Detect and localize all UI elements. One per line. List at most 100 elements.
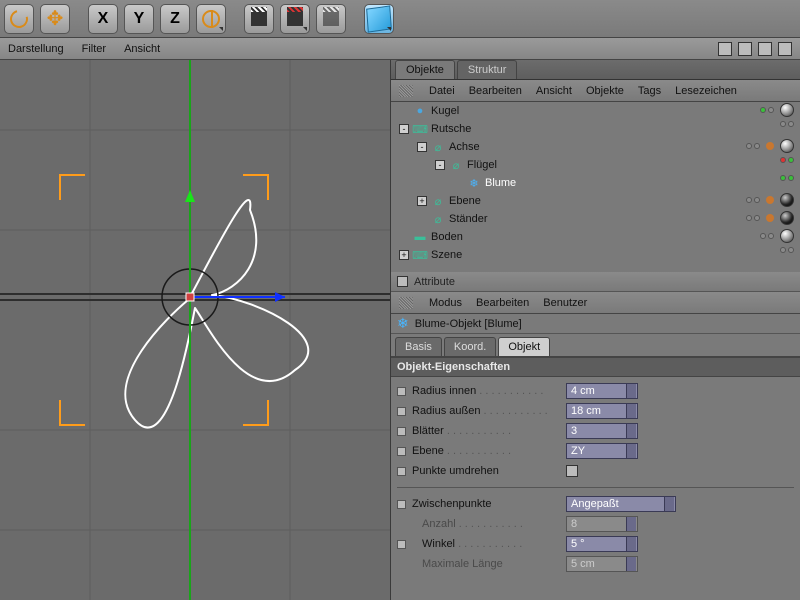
visibility-dot[interactable] <box>754 215 760 221</box>
menu-ansicht-viewport[interactable]: Ansicht <box>124 43 160 55</box>
tree-item-label: Blume <box>485 177 516 189</box>
prop-punkte-umdrehen: Punkte umdrehen <box>397 461 794 481</box>
tag-icon[interactable] <box>766 214 774 222</box>
visibility-dot[interactable] <box>788 175 794 181</box>
menu-darstellung[interactable]: Darstellung <box>8 43 64 55</box>
tree-row-flügel[interactable]: -⌀Flügel <box>391 156 800 174</box>
anim-dot-icon[interactable] <box>397 387 406 396</box>
menu-objekte[interactable]: Objekte <box>586 85 624 97</box>
tree-row-blume[interactable]: ❄ Blume <box>391 174 800 192</box>
anim-dot-icon[interactable] <box>397 540 406 549</box>
zwischenpunkte-field[interactable]: Angepaßt <box>566 496 676 512</box>
viewport[interactable] <box>0 60 390 600</box>
tab-objekt[interactable]: Objekt <box>498 337 550 356</box>
menu-bearbeiten-attr[interactable]: Bearbeiten <box>476 297 529 309</box>
material-icon[interactable] <box>780 103 794 117</box>
attribute-lock-icon[interactable] <box>397 276 408 287</box>
tree-row-ständer[interactable]: ⌀Ständer <box>391 210 800 228</box>
expander-icon[interactable]: + <box>399 250 409 260</box>
undo-button[interactable] <box>4 4 34 34</box>
coord-system-button[interactable] <box>196 4 226 34</box>
visibility-dot[interactable] <box>754 197 760 203</box>
expander-icon[interactable]: - <box>435 160 445 170</box>
material-icon[interactable] <box>780 211 794 225</box>
undo-icon <box>7 6 32 31</box>
visibility-dot[interactable] <box>788 247 794 253</box>
flower-icon: ❄ <box>467 176 481 190</box>
tree-row-szene[interactable]: +⌨Szene <box>391 246 800 264</box>
tree-item-label: Kugel <box>431 105 459 117</box>
visibility-dot[interactable] <box>760 107 766 113</box>
render-settings-button[interactable] <box>316 4 346 34</box>
menu-tags[interactable]: Tags <box>638 85 661 97</box>
anim-dot-icon[interactable] <box>397 427 406 436</box>
axis-x-button[interactable]: X <box>88 4 118 34</box>
material-icon[interactable] <box>780 139 794 153</box>
anim-dot-icon[interactable] <box>397 500 406 509</box>
visibility-dot[interactable] <box>788 157 794 163</box>
tree-row-rutsche[interactable]: -⌨Rutsche <box>391 120 800 138</box>
menu-filter[interactable]: Filter <box>82 43 106 55</box>
menu-benutzer[interactable]: Benutzer <box>543 297 587 309</box>
visibility-dot[interactable] <box>746 143 752 149</box>
tag-icon[interactable] <box>766 196 774 204</box>
menu-lesezeichen[interactable]: Lesezeichen <box>675 85 737 97</box>
visibility-dot[interactable] <box>788 121 794 127</box>
winkel-field[interactable]: 5 ° <box>566 536 638 552</box>
menu-ansicht[interactable]: Ansicht <box>536 85 572 97</box>
visibility-dot[interactable] <box>754 143 760 149</box>
object-tree[interactable]: ●Kugel-⌨Rutsche-⌀Achse-⌀Flügel❄Blume+⌀Eb… <box>391 102 800 272</box>
prop-blaetter: Blätter 3 <box>397 421 794 441</box>
viewport-pan-icon[interactable] <box>718 42 732 56</box>
expander-icon[interactable]: + <box>417 196 427 206</box>
menu-bearbeiten[interactable]: Bearbeiten <box>469 85 522 97</box>
ebene-field[interactable]: ZY <box>566 443 638 459</box>
visibility-dot[interactable] <box>780 157 786 163</box>
axis-z-button[interactable]: Z <box>160 4 190 34</box>
punkte-checkbox[interactable] <box>566 465 578 477</box>
tab-koord[interactable]: Koord. <box>444 337 496 356</box>
tree-row-boden[interactable]: ▬Boden <box>391 228 800 246</box>
visibility-dot[interactable] <box>760 233 766 239</box>
tree-row-kugel[interactable]: ●Kugel <box>391 102 800 120</box>
expander-icon[interactable]: - <box>399 124 409 134</box>
expander-icon[interactable]: - <box>417 142 427 152</box>
visibility-dot[interactable] <box>768 107 774 113</box>
radius-aussen-field[interactable]: 18 cm <box>566 403 638 419</box>
move-icon: ✥ <box>47 9 64 29</box>
visibility-dot[interactable] <box>780 247 786 253</box>
render-picture-button[interactable] <box>280 4 310 34</box>
tab-basis[interactable]: Basis <box>395 337 442 356</box>
prop-label: Radius außen <box>412 405 562 417</box>
anim-dot-icon[interactable] <box>397 467 406 476</box>
blaetter-field[interactable]: 3 <box>566 423 638 439</box>
visibility-dot[interactable] <box>746 215 752 221</box>
menu-datei[interactable]: Datei <box>429 85 455 97</box>
tag-icon[interactable] <box>766 142 774 150</box>
tab-objekte[interactable]: Objekte <box>395 60 455 79</box>
tree-item-label: Rutsche <box>431 123 471 135</box>
anim-dot-icon[interactable] <box>397 407 406 416</box>
radius-innen-field[interactable]: 4 cm <box>566 383 638 399</box>
visibility-dot[interactable] <box>768 233 774 239</box>
visibility-dot[interactable] <box>780 175 786 181</box>
null-icon: ⌀ <box>431 140 445 154</box>
prop-anzahl: Anzahl 8 <box>397 514 794 534</box>
viewport-rotate-icon[interactable] <box>758 42 772 56</box>
viewport-layout-icon[interactable] <box>778 42 792 56</box>
visibility-dot[interactable] <box>746 197 752 203</box>
material-icon[interactable] <box>780 193 794 207</box>
tab-struktur[interactable]: Struktur <box>457 60 518 79</box>
render-view-button[interactable] <box>244 4 274 34</box>
add-primitive-button[interactable] <box>364 4 394 34</box>
tree-item-label: Flügel <box>467 159 497 171</box>
tree-row-ebene[interactable]: +⌀Ebene <box>391 192 800 210</box>
move-button[interactable]: ✥ <box>40 4 70 34</box>
viewport-zoom-icon[interactable] <box>738 42 752 56</box>
menu-modus[interactable]: Modus <box>429 297 462 309</box>
anim-dot-icon[interactable] <box>397 447 406 456</box>
tree-row-achse[interactable]: -⌀Achse <box>391 138 800 156</box>
material-icon[interactable] <box>780 229 794 243</box>
visibility-dot[interactable] <box>780 121 786 127</box>
axis-y-button[interactable]: Y <box>124 4 154 34</box>
